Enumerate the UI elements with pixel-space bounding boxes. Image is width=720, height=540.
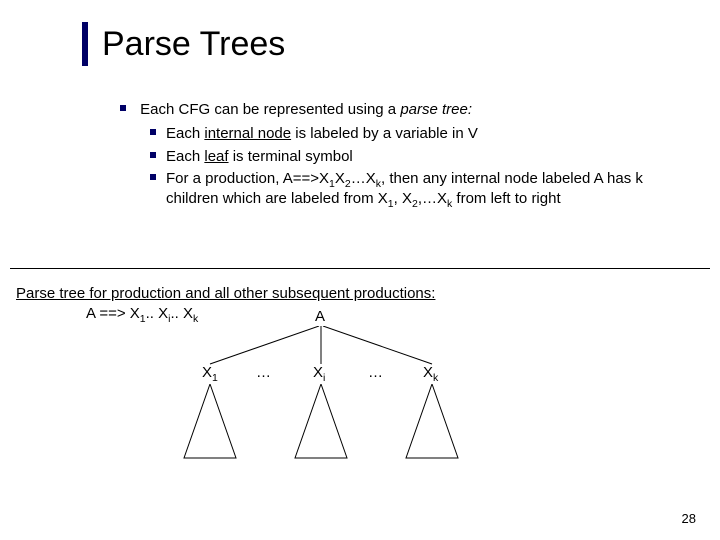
bullet-intro-text: Each CFG can be represented using a [140,101,400,118]
tree-child-dots-1: … [256,364,271,381]
bullet-square-icon [120,105,126,111]
second-line-2: A ==> X1.. Xi.. Xk [86,304,435,324]
sub-bullet-3: For a production, A==>X1X2…Xk, then any … [150,169,680,210]
title-accent-bar [82,22,88,66]
bullet-intro-italic: parse tree: [400,101,472,118]
horizontal-divider [10,268,710,269]
sub-bullet-list: Each internal node is labeled by a varia… [150,124,680,209]
parse-tree-diagram: A X1 … Xi … Xk [160,326,500,476]
tree-child-x1: X1 [202,364,218,381]
sub-bullet-2: Each leaf is terminal symbol [150,147,680,167]
slide-title-block: Parse Trees [82,22,285,66]
bullet-square-icon [150,129,156,135]
tree-root-edges [160,326,500,366]
tree-child-xi: Xi [313,364,325,381]
page-number: 28 [682,511,696,526]
sub-bullet-1: Each internal node is labeled by a varia… [150,124,680,144]
second-line-1: Parse tree for production and all other … [16,284,435,304]
tree-child-xk: Xk [423,364,438,381]
tree-root-label: A [315,308,325,325]
slide-title: Parse Trees [102,22,285,66]
secondary-text-block: Parse tree for production and all other … [16,284,435,325]
bullet-square-icon [150,152,156,158]
main-bullet-block: Each CFG can be represented using a pars… [120,100,680,211]
bullet-intro: Each CFG can be represented using a pars… [120,100,680,120]
tree-child-dots-2: … [368,364,383,381]
tree-subtree-triangles [160,384,500,474]
sub-bullet-1-text: Each internal node is labeled by a varia… [166,124,680,144]
sub-bullet-3-text: For a production, A==>X1X2…Xk, then any … [166,169,680,210]
sub-bullet-2-text: Each leaf is terminal symbol [166,147,680,167]
bullet-square-icon [150,174,156,180]
